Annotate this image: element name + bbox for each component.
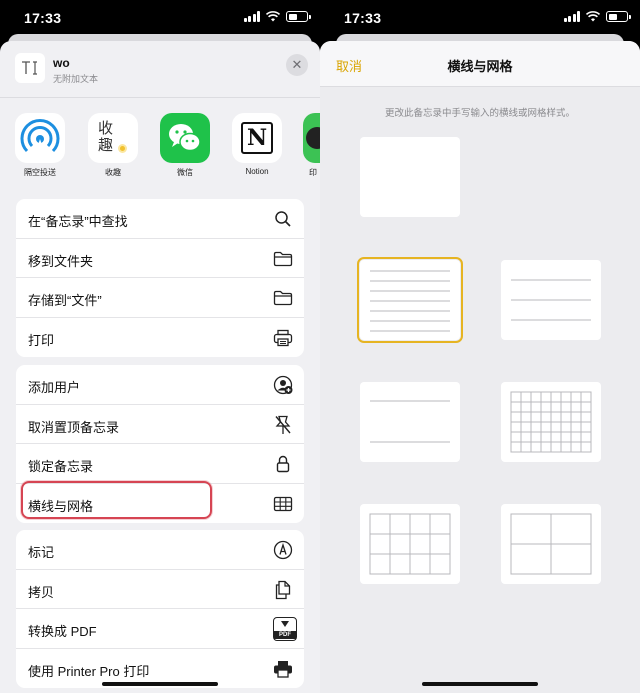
print-icon bbox=[272, 658, 294, 680]
document-thumbnail bbox=[15, 53, 45, 83]
action-find-in-notes[interactable]: 在“备忘录”中查找 bbox=[16, 199, 304, 239]
app-wechat[interactable]: 微信 bbox=[160, 113, 210, 178]
action-label: 使用 Printer Pro 打印 bbox=[28, 663, 150, 679]
notion-icon: N bbox=[232, 113, 282, 163]
wide-lines-preview bbox=[370, 400, 450, 443]
action-convert-pdf[interactable]: 转换成 PDF PDF bbox=[16, 609, 304, 649]
action-copy[interactable]: 拷贝 bbox=[16, 570, 304, 609]
action-label: 锁定备忘录 bbox=[28, 459, 94, 474]
action-label: 标记 bbox=[28, 545, 55, 560]
copy-icon bbox=[272, 579, 294, 601]
shouqu-glyph-bottom: 趣 bbox=[98, 136, 114, 154]
action-unpin-note[interactable]: 取消置顶备忘录 bbox=[16, 405, 304, 444]
status-time: 17:33 bbox=[24, 10, 62, 26]
printer-icon bbox=[272, 327, 294, 349]
option-blank[interactable] bbox=[360, 137, 460, 217]
notion-glyph: N bbox=[241, 122, 273, 154]
add-person-icon bbox=[272, 374, 294, 396]
app-label: Notion bbox=[245, 167, 269, 176]
nav-bar: 取消 横线与网格 bbox=[320, 41, 640, 87]
document-title: wo bbox=[53, 56, 70, 70]
pdf-icon: PDF bbox=[272, 617, 298, 641]
home-indicator bbox=[102, 682, 218, 686]
action-label: 拷贝 bbox=[28, 584, 55, 600]
status-bar: 17:33 bbox=[0, 0, 320, 38]
action-move-to-folder[interactable]: 移到文件夹 bbox=[16, 239, 304, 278]
lines-grids-highlight bbox=[21, 481, 212, 519]
app-shouqu[interactable]: 收 趣 收趣 bbox=[88, 113, 138, 178]
action-lock-note[interactable]: 锁定备忘录 bbox=[16, 444, 304, 484]
app-label: 微信 bbox=[177, 168, 193, 177]
lines-grids-screen: 17:33 取消 横线与网格 更改此备忘录中手写输入的横线或网格样式。 bbox=[320, 0, 640, 693]
app-label: 收趣 bbox=[105, 168, 121, 177]
text-format-icon bbox=[22, 61, 37, 75]
option-small-grid[interactable] bbox=[501, 382, 601, 462]
action-label: 在“备忘录”中查找 bbox=[28, 214, 128, 229]
narrow-lines-preview bbox=[370, 270, 450, 332]
option-medium-lines[interactable] bbox=[501, 260, 601, 340]
document-header: wo 无附加文本 ✕ bbox=[0, 41, 320, 97]
battery-icon bbox=[286, 11, 311, 22]
app-partial[interactable]: 印 bbox=[303, 113, 320, 178]
action-group-3: 标记 拷贝 转换成 PDF PDF 使用 Printer Pro 打印 bbox=[16, 530, 304, 688]
app-label: 隔空投送 bbox=[24, 168, 56, 177]
action-label: 打印 bbox=[28, 332, 55, 348]
action-add-people[interactable]: 添加用户 bbox=[16, 365, 304, 405]
status-icons bbox=[563, 11, 631, 22]
shouqu-icon: 收 趣 bbox=[88, 113, 138, 163]
action-label: 取消置顶备忘录 bbox=[28, 419, 120, 435]
markup-icon bbox=[272, 539, 294, 561]
action-label: 转换成 PDF bbox=[28, 624, 97, 639]
small-grid-preview bbox=[510, 391, 592, 453]
action-print[interactable]: 打印 bbox=[16, 318, 304, 358]
page-title: 横线与网格 bbox=[447, 59, 513, 74]
lock-icon bbox=[272, 453, 294, 475]
medium-grid-preview bbox=[369, 513, 451, 575]
description-text: 更改此备忘录中手写输入的横线或网格样式。 bbox=[384, 108, 575, 119]
search-icon bbox=[272, 208, 294, 230]
home-indicator bbox=[422, 682, 538, 686]
app-row: 隔空投送 收 趣 收趣 微信 N Notion 印 bbox=[0, 113, 320, 179]
status-icons bbox=[243, 11, 311, 22]
printer-app-icon bbox=[303, 113, 320, 163]
signal-icon bbox=[243, 11, 260, 22]
wechat-icon bbox=[160, 113, 210, 163]
action-label: 添加用户 bbox=[28, 380, 81, 395]
unpin-icon bbox=[272, 414, 294, 436]
share-sheet: wo 无附加文本 ✕ 隔空投送 收 趣 收趣 微信 N Notion 印 在“备… bbox=[0, 41, 320, 693]
wifi-icon bbox=[586, 11, 600, 22]
app-notion[interactable]: N Notion bbox=[232, 113, 282, 176]
large-grid-preview bbox=[510, 513, 592, 575]
pdf-icon-text: PDF bbox=[274, 631, 296, 639]
wifi-icon bbox=[266, 11, 280, 22]
status-time: 17:33 bbox=[344, 10, 382, 26]
app-airdrop[interactable]: 隔空投送 bbox=[15, 113, 65, 178]
action-save-to-files[interactable]: 存储到“文件” bbox=[16, 278, 304, 318]
action-group-1: 在“备忘录”中查找 移到文件夹 存储到“文件” 打印 bbox=[16, 199, 304, 357]
folder-icon bbox=[272, 248, 294, 270]
medium-lines-preview bbox=[511, 279, 591, 321]
folder-icon bbox=[272, 287, 294, 309]
close-button[interactable]: ✕ bbox=[286, 54, 308, 76]
shouqu-glyph-top: 收 bbox=[98, 119, 114, 137]
action-label: 移到文件夹 bbox=[28, 253, 94, 269]
option-narrow-lines[interactable] bbox=[357, 257, 463, 343]
close-icon: ✕ bbox=[291, 57, 303, 72]
option-large-grid[interactable] bbox=[501, 504, 601, 584]
action-markup[interactable]: 标记 bbox=[16, 530, 304, 570]
grid-icon bbox=[272, 493, 294, 515]
battery-icon bbox=[606, 11, 631, 22]
action-label: 存储到“文件” bbox=[28, 293, 102, 308]
lines-grids-sheet: 取消 横线与网格 更改此备忘录中手写输入的横线或网格样式。 bbox=[320, 41, 640, 693]
status-bar: 17:33 bbox=[320, 0, 640, 38]
app-label: 印 bbox=[309, 168, 317, 177]
share-sheet-screen: 17:33 wo 无附加文本 ✕ 隔空投送 收 趣 收趣 微信 N Notion… bbox=[0, 0, 320, 693]
airdrop-icon bbox=[15, 113, 65, 163]
option-wide-lines[interactable] bbox=[360, 382, 460, 462]
signal-icon bbox=[563, 11, 580, 22]
option-medium-grid[interactable] bbox=[360, 504, 460, 584]
header-divider bbox=[0, 97, 320, 98]
document-subtitle: 无附加文本 bbox=[53, 74, 99, 84]
